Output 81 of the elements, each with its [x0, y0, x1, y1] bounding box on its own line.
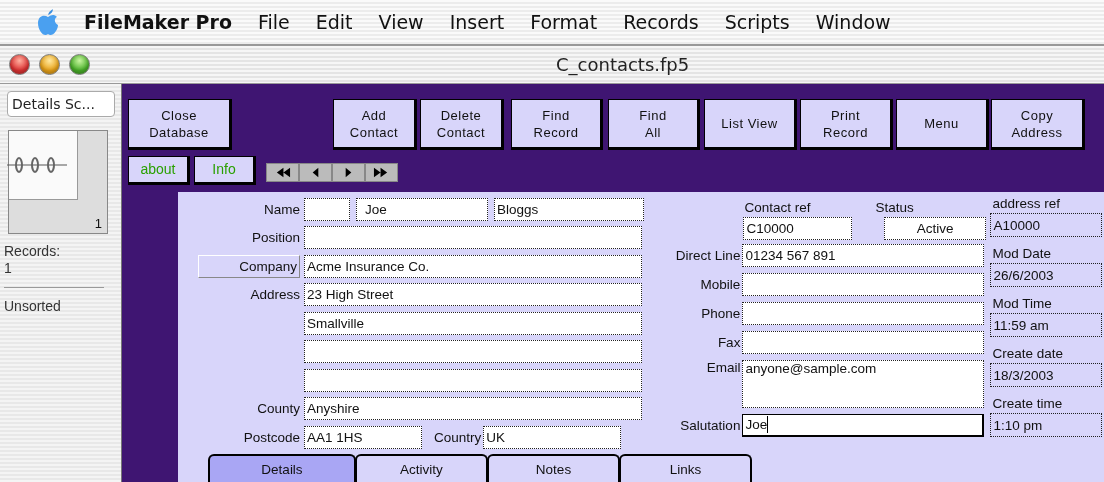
toolbar-button[interactable]: Add Contact: [333, 99, 417, 150]
text-field[interactable]: [304, 340, 642, 364]
menu-item[interactable]: Edit: [315, 11, 353, 33]
field-label: Salutation: [679, 417, 742, 433]
window-title: C_contacts.fp5: [556, 54, 690, 75]
info-field: 11:59 am: [990, 313, 1103, 337]
field-label: Create date: [992, 345, 1064, 363]
field-label: Position: [251, 230, 300, 246]
toolbar-button[interactable]: Delete Contact: [420, 99, 504, 150]
field-label: Fax: [716, 335, 742, 350]
menu-item[interactable]: Records: [623, 11, 699, 33]
apple-logo-icon[interactable]: [36, 8, 60, 36]
toolbar-button[interactable]: Copy Address: [991, 99, 1085, 150]
text-area[interactable]: anyone@sample.com: [742, 360, 985, 408]
toolbar-button[interactable]: Menu: [896, 99, 989, 150]
info-field: A10000: [990, 213, 1103, 237]
info-field: 26/6/2003: [990, 263, 1103, 287]
field-label: Email: [705, 360, 742, 375]
info-field: 1:10 pm: [990, 413, 1103, 437]
field-label: address ref: [992, 195, 1061, 213]
zoom-icon[interactable]: [69, 54, 90, 75]
postcode-field[interactable]: AA1 1HS: [304, 425, 422, 449]
close-icon[interactable]: [9, 54, 30, 75]
status-field[interactable]: Active: [883, 216, 987, 240]
field-label: Address: [250, 287, 300, 303]
text-field[interactable]: [742, 273, 985, 296]
company-button[interactable]: Company: [198, 254, 300, 278]
text-field[interactable]: 01234 567 891: [742, 244, 985, 267]
field-label: Status: [875, 200, 914, 215]
next-record-icon[interactable]: [332, 162, 365, 182]
first-record-icon[interactable]: [266, 162, 299, 182]
field-label: Mobile: [699, 277, 742, 292]
text-field[interactable]: Anyshire: [304, 397, 642, 421]
records-label: Records:: [4, 243, 62, 260]
field-label: Contact ref: [744, 200, 811, 215]
menu-item[interactable]: Scripts: [724, 11, 790, 33]
toolbar-button[interactable]: List View: [704, 99, 797, 150]
title-field[interactable]: [304, 197, 350, 221]
text-field[interactable]: [304, 368, 642, 392]
sort-status: Unsorted: [4, 298, 62, 315]
tab[interactable]: Links: [619, 454, 752, 482]
field-label: Name: [263, 201, 301, 217]
layout-menu[interactable]: Details Sc...: [7, 91, 115, 117]
first-name-field[interactable]: Joe: [356, 197, 488, 221]
last-record-icon[interactable]: [365, 162, 398, 182]
field-label: Mod Date: [992, 245, 1052, 263]
country-field[interactable]: UK: [483, 425, 622, 449]
text-field[interactable]: [742, 331, 985, 354]
menu-item[interactable]: Format: [530, 11, 598, 33]
menu-item[interactable]: Window: [815, 11, 891, 33]
field-label: Phone: [700, 306, 742, 321]
menu-item[interactable]: File: [257, 11, 290, 33]
field-label: Create time: [992, 395, 1064, 413]
toolbar-button[interactable]: Print Record: [800, 99, 893, 150]
text-field[interactable]: [304, 226, 642, 250]
app-menu[interactable]: FileMaker Pro: [84, 11, 232, 33]
info-field: 18/3/2003: [990, 363, 1103, 387]
tab[interactable]: Activity: [355, 454, 488, 482]
menu-item[interactable]: Insert: [449, 11, 505, 33]
field-label: Mod Time: [992, 295, 1053, 313]
menu-item[interactable]: View: [378, 11, 424, 33]
field-label: Country: [434, 429, 482, 445]
field-label: Postcode: [243, 429, 300, 445]
tab[interactable]: Notes: [487, 454, 620, 482]
record-book-icon[interactable]: 1: [8, 130, 108, 234]
text-field[interactable]: Acme Insurance Co.: [304, 254, 642, 278]
last-name-field[interactable]: Bloggs: [494, 197, 644, 221]
field-label: Direct Line: [674, 248, 742, 263]
toolbar-button[interactable]: Find Record: [511, 99, 603, 150]
contact-ref-field[interactable]: C10000: [743, 216, 852, 240]
text-field[interactable]: Joe: [742, 413, 985, 437]
toolbar-button[interactable]: Find All: [608, 99, 700, 150]
text-field[interactable]: 23 High Street: [304, 283, 642, 307]
text-field[interactable]: [742, 302, 985, 325]
toolbar-button[interactable]: Close Database: [128, 99, 232, 150]
minimize-icon[interactable]: [39, 54, 60, 75]
records-count: 1: [4, 260, 13, 277]
previous-record-icon[interactable]: [299, 162, 332, 182]
tab[interactable]: Details: [208, 454, 356, 482]
field-label: County: [257, 401, 300, 417]
text-field[interactable]: Smallville: [304, 311, 642, 335]
